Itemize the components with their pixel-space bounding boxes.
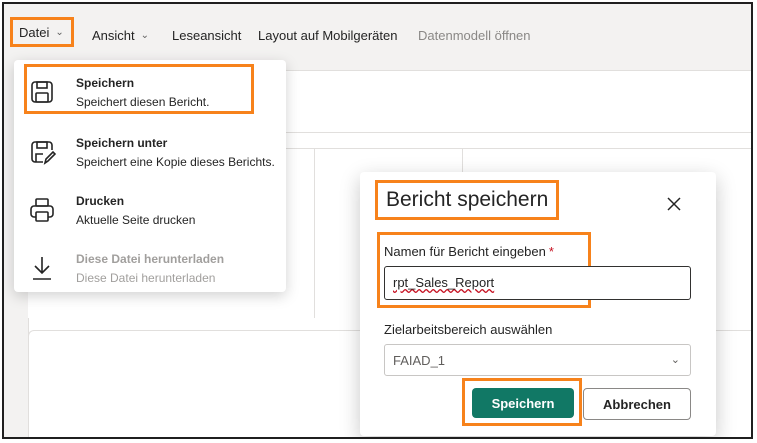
file-menu-item-description: Speichert diesen Bericht. <box>76 95 210 109</box>
file-menu-item-description: Aktuelle Seite drucken <box>76 213 196 227</box>
menu-datei[interactable]: Datei ⌄ <box>10 17 74 47</box>
menu-layout-mobil[interactable]: Layout auf Mobilgeräten <box>250 20 405 50</box>
canvas-column-divider <box>314 148 315 318</box>
chevron-down-icon: ⌄ <box>670 354 680 366</box>
workspace-label: Zielarbeitsbereich auswählen <box>384 322 553 337</box>
download-icon <box>33 257 51 280</box>
menu-datenmodell-label: Datenmodell öffnen <box>418 27 531 43</box>
file-menu-item-description: Diese Datei herunterladen <box>76 271 216 285</box>
menu-datenmodell: Datenmodell öffnen <box>410 20 539 50</box>
save-report-dialog: Bericht speichern Namen für Bericht eing… <box>360 172 716 436</box>
save-button[interactable]: Speichern <box>472 388 574 418</box>
menu-leseansicht-label: Leseansicht <box>172 27 242 43</box>
dialog-title: Bericht speichern <box>375 180 560 220</box>
chevron-down-icon: ⌄ <box>55 26 64 38</box>
save-icon <box>31 81 53 103</box>
file-menu-item-download: Diese Datei herunterladen Diese Datei he… <box>14 240 286 296</box>
file-menu-item-save[interactable]: Speichern Speichert diesen Bericht. <box>14 64 286 120</box>
menu-ansicht[interactable]: Ansicht ⌄ <box>84 20 157 50</box>
app-window: Datei ⌄ Ansicht ⌄ Leseansicht Layout auf… <box>2 2 753 439</box>
close-icon[interactable] <box>660 190 688 218</box>
menu-leseansicht[interactable]: Leseansicht <box>164 20 249 50</box>
file-menu-dropdown: Speichern Speichert diesen Bericht. Spei… <box>14 60 286 292</box>
file-menu-item-title: Speichern unter <box>76 136 168 150</box>
required-marker: * <box>548 244 554 259</box>
file-menu-item-save-as[interactable]: Speichern unter Speichert eine Kopie die… <box>14 124 286 180</box>
file-menu-item-title: Speichern <box>76 76 135 90</box>
report-name-label: Namen für Bericht eingeben * <box>384 244 554 259</box>
workspace-select[interactable]: FAIAD_1 ⌄ <box>384 344 691 376</box>
menu-datei-label: Datei <box>19 24 50 40</box>
file-menu-item-description: Speichert eine Kopie dieses Berichts. <box>76 155 275 169</box>
chevron-down-icon: ⌄ <box>140 29 150 41</box>
report-name-label-text: Namen für Bericht eingeben <box>384 244 546 259</box>
file-menu-item-title: Diese Datei herunterladen <box>76 252 225 266</box>
menu-bar: Datei ⌄ Ansicht ⌄ Leseansicht Layout auf… <box>4 4 751 60</box>
file-menu-item-print[interactable]: Drucken Aktuelle Seite drucken <box>14 182 286 238</box>
workspace-select-value: FAIAD_1 <box>393 353 446 368</box>
menu-ansicht-label: Ansicht <box>92 27 135 43</box>
print-icon <box>30 198 54 222</box>
cancel-button[interactable]: Abbrechen <box>583 388 691 420</box>
report-name-input[interactable]: rpt_Sales_Report <box>384 266 691 300</box>
save-as-icon <box>31 141 56 165</box>
menu-layout-mobil-label: Layout auf Mobilgeräten <box>258 27 398 43</box>
file-menu-item-title: Drucken <box>76 194 125 208</box>
